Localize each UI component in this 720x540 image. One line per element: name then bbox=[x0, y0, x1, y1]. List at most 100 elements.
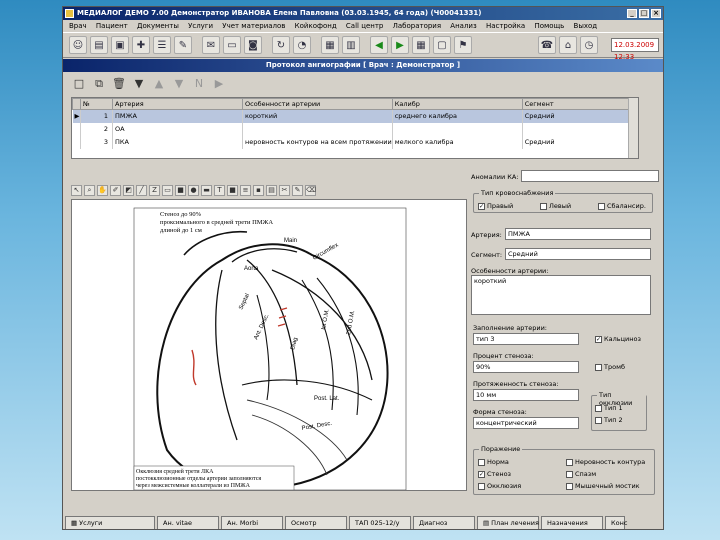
tab-consultation[interactable]: Конс bbox=[605, 516, 627, 529]
line-width-icon[interactable]: ≡ bbox=[240, 184, 251, 196]
minimize-icon[interactable]: _ bbox=[627, 9, 637, 18]
person-icon[interactable]: ☺ bbox=[69, 36, 87, 54]
menu-item-help[interactable]: Помощь bbox=[534, 22, 564, 30]
new-record-icon[interactable]: □ bbox=[71, 76, 87, 92]
medical-card-icon[interactable]: ✚ bbox=[132, 36, 150, 54]
stenosis-length-input[interactable]: 10 мм bbox=[473, 389, 579, 401]
stenosis-percent-input[interactable]: 90% bbox=[473, 361, 579, 373]
lesion-irregular-contour-checkbox[interactable]: Неровность контура bbox=[566, 458, 645, 466]
blood-supply-left-checkbox[interactable]: Левый bbox=[540, 202, 571, 210]
lesion-norm-checkbox[interactable]: Норма bbox=[478, 458, 509, 466]
occlusion-type2-checkbox[interactable]: Тип 2 bbox=[595, 416, 623, 424]
heart-diagram-canvas[interactable]: Стеноз до 90% проксимального в средней т… bbox=[71, 199, 467, 491]
menu-item-patient[interactable]: Пациент bbox=[96, 22, 128, 30]
column-header-artery[interactable]: Артерия bbox=[112, 98, 243, 110]
tab-anamnesis-vitae[interactable]: Ан. vitae bbox=[157, 516, 219, 529]
occlusion-type1-checkbox[interactable]: Тип 1 bbox=[595, 404, 623, 412]
rect-tool-icon[interactable]: ▭ bbox=[162, 184, 173, 196]
gauge-icon[interactable]: ◔ bbox=[293, 36, 311, 54]
save-icon[interactable]: ▣ bbox=[111, 36, 129, 54]
back-icon[interactable]: ◀ bbox=[370, 36, 388, 54]
copy-icon[interactable]: ⧉ bbox=[91, 76, 107, 92]
clock-icon[interactable]: ◷ bbox=[580, 36, 598, 54]
column-header-num[interactable]: № bbox=[80, 98, 113, 110]
tab-examination[interactable]: Осмотр bbox=[285, 516, 347, 529]
erase-icon[interactable]: ✂ bbox=[279, 184, 290, 196]
menu-item-beds[interactable]: Койкофонд bbox=[295, 22, 337, 30]
window-icon[interactable]: ▢ bbox=[433, 36, 451, 54]
column-header-segment[interactable]: Сегмент bbox=[521, 98, 639, 110]
anomaly-input[interactable] bbox=[521, 170, 659, 182]
image-icon[interactable]: ◙ bbox=[244, 36, 262, 54]
menu-item-callcenter[interactable]: Call центр bbox=[346, 22, 383, 30]
delete-icon[interactable]: 🗑 bbox=[111, 76, 127, 92]
edit-icon[interactable]: ✎ bbox=[174, 36, 192, 54]
numbering-label[interactable]: N bbox=[191, 76, 207, 92]
menu-item-documents[interactable]: Документы bbox=[137, 22, 179, 30]
lesion-occlusion-checkbox[interactable]: Окклюзия bbox=[478, 482, 521, 490]
blood-supply-right-checkbox[interactable]: ✓ Правый bbox=[478, 202, 513, 210]
column-header-caliber[interactable]: Калибр bbox=[391, 98, 523, 110]
forward-icon[interactable]: ▶ bbox=[391, 36, 409, 54]
tab-prescriptions[interactable]: Назначения bbox=[541, 516, 603, 529]
pen-icon[interactable]: ✎ bbox=[292, 184, 303, 196]
lesion-spasm-checkbox[interactable]: Спазм bbox=[566, 470, 596, 478]
menu-item-laboratory[interactable]: Лаборатория bbox=[393, 22, 441, 30]
lesion-stenosis-checkbox[interactable]: ✓ Стеноз bbox=[478, 470, 511, 478]
fill-tool-icon[interactable]: ◩ bbox=[123, 184, 134, 196]
grid-icon[interactable]: ▦ bbox=[412, 36, 430, 54]
expand-icon[interactable]: ▶ bbox=[211, 76, 227, 92]
list-icon[interactable]: ☰ bbox=[153, 36, 171, 54]
calcinosis-checkbox[interactable]: ✓ Кальциноз bbox=[595, 335, 641, 343]
rounded-rect-tool-icon[interactable]: ▬ bbox=[201, 184, 212, 196]
features-textarea[interactable]: короткий bbox=[471, 275, 651, 315]
thrombus-checkbox[interactable]: Тромб bbox=[595, 363, 625, 371]
artery-input[interactable]: ПМЖА bbox=[505, 228, 651, 240]
close-icon[interactable]: × bbox=[651, 9, 661, 18]
maximize-icon[interactable]: □ bbox=[639, 9, 649, 18]
blood-supply-balanced-checkbox[interactable]: Сбалансир. bbox=[598, 202, 646, 210]
menu-item-settings[interactable]: Настройка bbox=[486, 22, 525, 30]
pan-tool-icon[interactable]: ✋ bbox=[97, 184, 108, 196]
chart-icon[interactable]: ▥ bbox=[342, 36, 360, 54]
lock-icon[interactable]: ⌂ bbox=[559, 36, 577, 54]
lesion-muscle-bridge-checkbox[interactable]: Мышечный мостик bbox=[566, 482, 640, 490]
sort-down-icon[interactable]: ▼ bbox=[171, 76, 187, 92]
ellipse-tool-icon[interactable]: ● bbox=[188, 184, 199, 196]
date-field[interactable]: 12.03.2009 12:33 bbox=[611, 38, 659, 61]
text-tool-icon[interactable]: T bbox=[214, 184, 225, 196]
fill-color-icon[interactable]: ▪ bbox=[253, 184, 264, 196]
mail-icon[interactable]: ✉ bbox=[202, 36, 220, 54]
sort-up-icon[interactable]: ▲ bbox=[151, 76, 167, 92]
select-tool-icon[interactable]: ↖ bbox=[71, 184, 82, 196]
menu-item-exit[interactable]: Выход bbox=[574, 22, 598, 30]
filter-icon[interactable]: ▼ bbox=[131, 76, 147, 92]
filling-input[interactable]: тип 3 bbox=[473, 333, 579, 345]
folder-icon[interactable]: ▭ bbox=[223, 36, 241, 54]
table-scrollbar[interactable] bbox=[628, 98, 638, 158]
phone-icon[interactable]: ☎ bbox=[538, 36, 556, 54]
column-header-feature[interactable]: Особенности артерии bbox=[242, 98, 393, 110]
document-icon[interactable]: ▤ bbox=[90, 36, 108, 54]
print-icon[interactable]: ▦ bbox=[321, 36, 339, 54]
filled-rect-tool-icon[interactable]: ■ bbox=[175, 184, 186, 196]
segment-input[interactable]: Средний bbox=[505, 248, 651, 260]
polyline-tool-icon[interactable]: Z bbox=[149, 184, 160, 196]
tab-anamnesis-morbi[interactable]: Ан. Morbi bbox=[221, 516, 283, 529]
menu-item-doctor[interactable]: Врач bbox=[69, 22, 87, 30]
tab-diagnosis[interactable]: Диагноз bbox=[413, 516, 475, 529]
stenosis-form-input[interactable]: концентрический bbox=[473, 417, 579, 429]
color-picker-icon[interactable]: ■ bbox=[227, 184, 238, 196]
tab-tap-form[interactable]: ТАП 025-12/у bbox=[349, 516, 411, 529]
table-row[interactable]: ▶ 1 ПМЖА короткий среднего калибра Средн… bbox=[72, 109, 639, 123]
tab-services[interactable]: ▦ Услуги bbox=[65, 516, 155, 529]
brush-tool-icon[interactable]: ✐ bbox=[110, 184, 121, 196]
line-tool-icon[interactable]: ╱ bbox=[136, 184, 147, 196]
table-row[interactable]: 3 ПКА неровность контуров на всем протяж… bbox=[72, 135, 639, 149]
menu-item-services[interactable]: Услуги bbox=[188, 22, 213, 30]
palette-icon[interactable]: ▤ bbox=[266, 184, 277, 196]
refresh-icon[interactable]: ↻ bbox=[272, 36, 290, 54]
zoom-tool-icon[interactable]: ⌕ bbox=[84, 184, 95, 196]
table-row[interactable]: 2 ОА bbox=[72, 122, 639, 136]
clear-icon[interactable]: ⌫ bbox=[305, 184, 316, 196]
